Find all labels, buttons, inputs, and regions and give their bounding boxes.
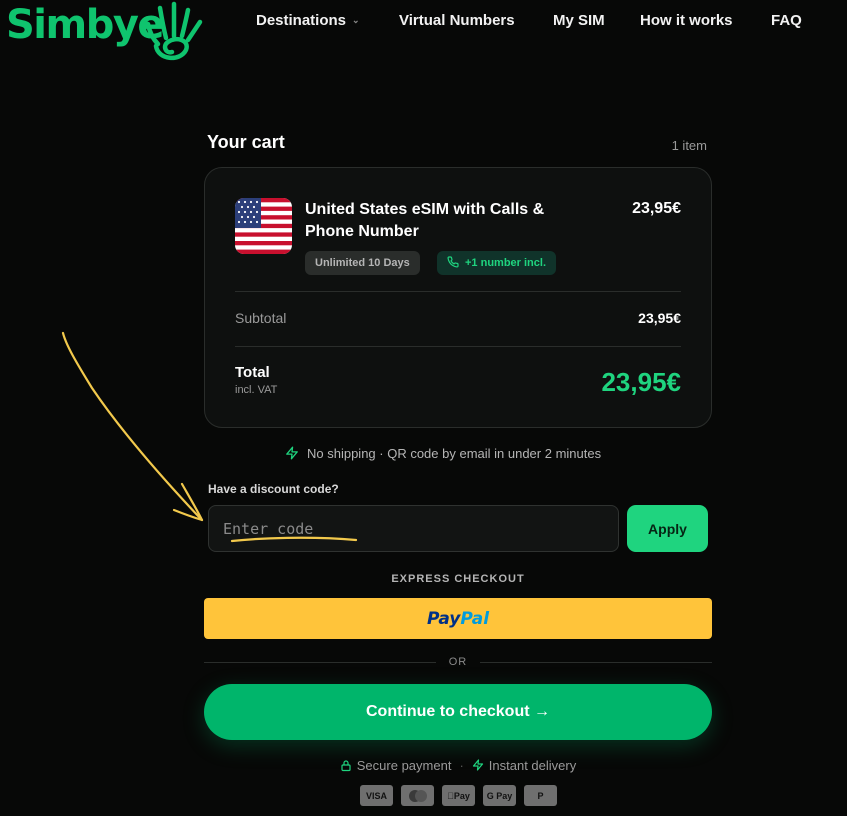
apple-pay-label: Pay — [450, 790, 470, 801]
nav-my-sim[interactable]: My SIM — [553, 12, 605, 29]
brand-logo[interactable]: Simbye — [4, 0, 204, 66]
divider — [480, 662, 712, 663]
payment-methods: VISA Pay G Pay P — [360, 785, 557, 806]
cart-item-count: 1 item — [671, 138, 707, 153]
visa-icon: VISA — [360, 785, 393, 806]
or-separator: OR — [448, 656, 468, 668]
us-flag-icon — [235, 198, 292, 254]
apply-button[interactable]: Apply — [627, 505, 708, 552]
hand-logo-icon — [145, 1, 203, 60]
nav-faq[interactable]: FAQ — [771, 12, 802, 29]
paypal-logo-part2: Pal — [460, 608, 490, 629]
lock-icon — [341, 760, 351, 772]
vat-label: incl. VAT — [235, 384, 278, 396]
product-price: 23,95€ — [632, 200, 681, 217]
subtotal-value: 23,95€ — [638, 310, 681, 326]
number-badge: +1 number incl. — [437, 251, 556, 275]
chevron-down-icon: ⌄ — [352, 15, 360, 26]
duration-badge: Unlimited 10 Days — [305, 251, 420, 275]
cart-title: Your cart — [207, 132, 285, 152]
google-pay-icon: G Pay — [483, 785, 516, 806]
nav-how-it-works[interactable]: How it works — [640, 12, 733, 29]
cart-card: United States eSIM with Calls & Phone Nu… — [204, 167, 712, 428]
lightning-icon — [472, 759, 483, 771]
continue-to-checkout-button[interactable]: Continue to checkout → — [204, 684, 712, 740]
nav-destinations-label: Destinations — [256, 11, 347, 29]
nav-virtual-numbers[interactable]: Virtual Numbers — [399, 12, 515, 29]
shipping-note: No shipping · QR code by email in under … — [285, 445, 601, 461]
subtotal-label: Subtotal — [235, 310, 287, 326]
total-value: 23,95€ — [601, 367, 681, 397]
product-name: United States eSIM with Calls & Phone Nu… — [305, 201, 545, 240]
secure-payment-text: Secure payment — [356, 758, 452, 773]
separator-dot: · — [459, 758, 464, 773]
paypal-button[interactable]: PayPal — [204, 598, 712, 639]
site-header: Simbye Destinations ⌄ Virtual Numbers My … — [0, 0, 847, 74]
checkout-label: Continue to checkout — [365, 703, 530, 720]
total-label: Total — [235, 364, 270, 381]
paypal-icon: P — [524, 785, 557, 806]
mastercard-icon — [401, 785, 434, 806]
shipping-note-text: No shipping · QR code by email in under … — [307, 446, 602, 461]
divider — [235, 291, 681, 292]
divider — [235, 346, 681, 347]
trust-badges: Secure payment · Instant delivery — [204, 758, 712, 773]
discount-label: Have a discount code? — [208, 482, 339, 496]
apple-pay-icon: Pay — [442, 785, 475, 806]
lightning-icon — [286, 446, 298, 460]
phone-icon — [447, 256, 459, 268]
discount-code-input[interactable] — [208, 505, 619, 552]
paypal-logo-part1: Pay — [426, 608, 461, 629]
number-badge-label: +1 number incl. — [465, 257, 546, 269]
arrow-right-icon: → — [534, 703, 550, 720]
instant-delivery-text: Instant delivery — [488, 758, 577, 773]
express-checkout-label: EXPRESS CHECKOUT — [391, 573, 525, 585]
nav-destinations[interactable]: Destinations ⌄ — [256, 12, 360, 29]
divider — [204, 662, 436, 663]
